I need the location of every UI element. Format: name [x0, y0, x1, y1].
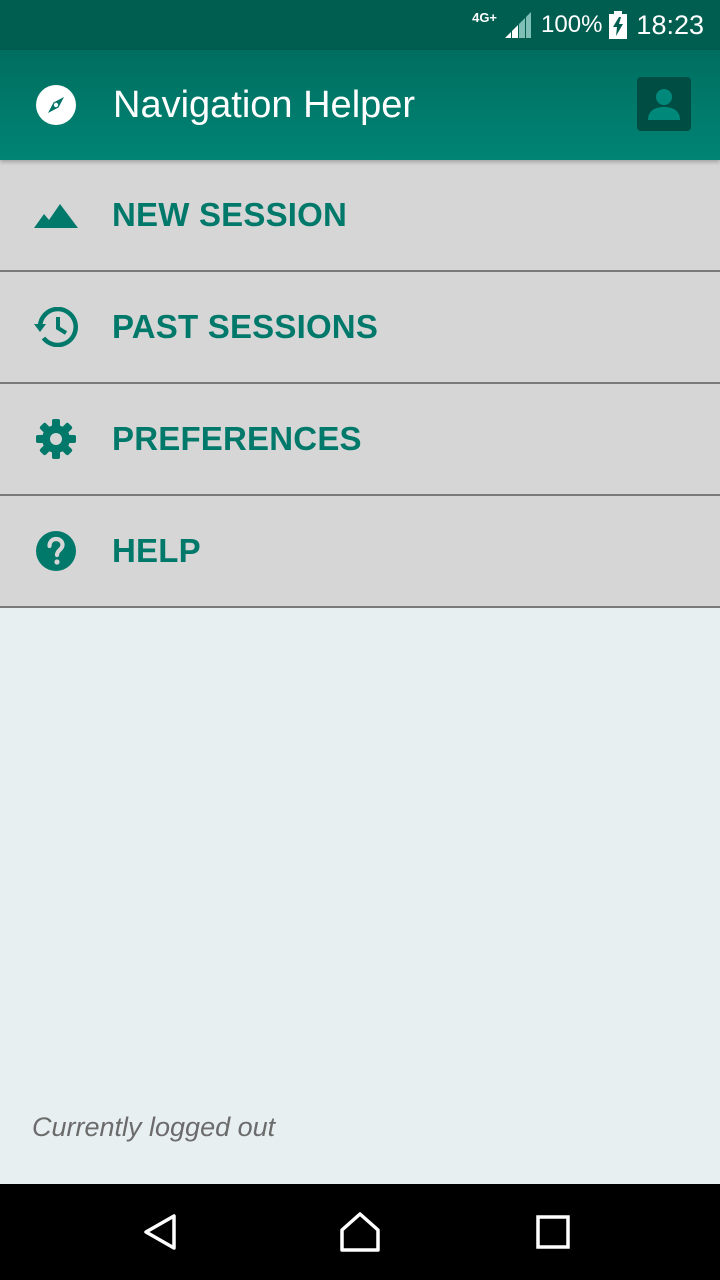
compass-icon [36, 85, 76, 125]
menu-item-label: PAST SESSIONS [112, 308, 379, 345]
menu-item-label: NEW SESSION [112, 196, 348, 233]
help-icon [34, 529, 78, 573]
system-nav-bar [0, 1184, 720, 1280]
menu-item-help[interactable]: HELP [0, 496, 720, 608]
account-box-icon [648, 89, 680, 120]
account-button[interactable] [637, 77, 691, 131]
battery-charging-icon [609, 11, 628, 39]
network-type: 4G+ [472, 9, 498, 25]
recents-button[interactable] [531, 1210, 575, 1254]
menu-item-label: HELP [112, 532, 201, 569]
menu-item-preferences[interactable]: PREFERENCES [0, 384, 720, 496]
battery-percentage: 100% [541, 11, 603, 38]
menu-item-new-session[interactable]: NEW SESSION [0, 160, 720, 272]
clock: 18:23 [636, 9, 704, 40]
main-menu: NEW SESSION PAST SESSIONS PREFERENCES HE… [0, 160, 720, 608]
back-button[interactable] [138, 1210, 182, 1254]
gear-icon [34, 417, 78, 461]
home-icon [340, 1212, 380, 1252]
menu-item-label: PREFERENCES [112, 420, 362, 457]
status-indicators: 4G+ 100% 18:23 [472, 0, 704, 50]
back-icon [144, 1214, 176, 1250]
home-button[interactable] [338, 1210, 382, 1254]
history-icon [34, 305, 78, 349]
app-bar: Navigation Helper [0, 50, 720, 160]
recents-icon [536, 1215, 570, 1249]
menu-item-past-sessions[interactable]: PAST SESSIONS [0, 272, 720, 384]
login-status: Currently logged out [32, 1112, 276, 1142]
landscape-icon [34, 193, 78, 237]
status-bar: 4G+ 100% 18:23 [0, 0, 720, 50]
signal-icon [505, 12, 532, 38]
page-title: Navigation Helper [113, 84, 416, 126]
